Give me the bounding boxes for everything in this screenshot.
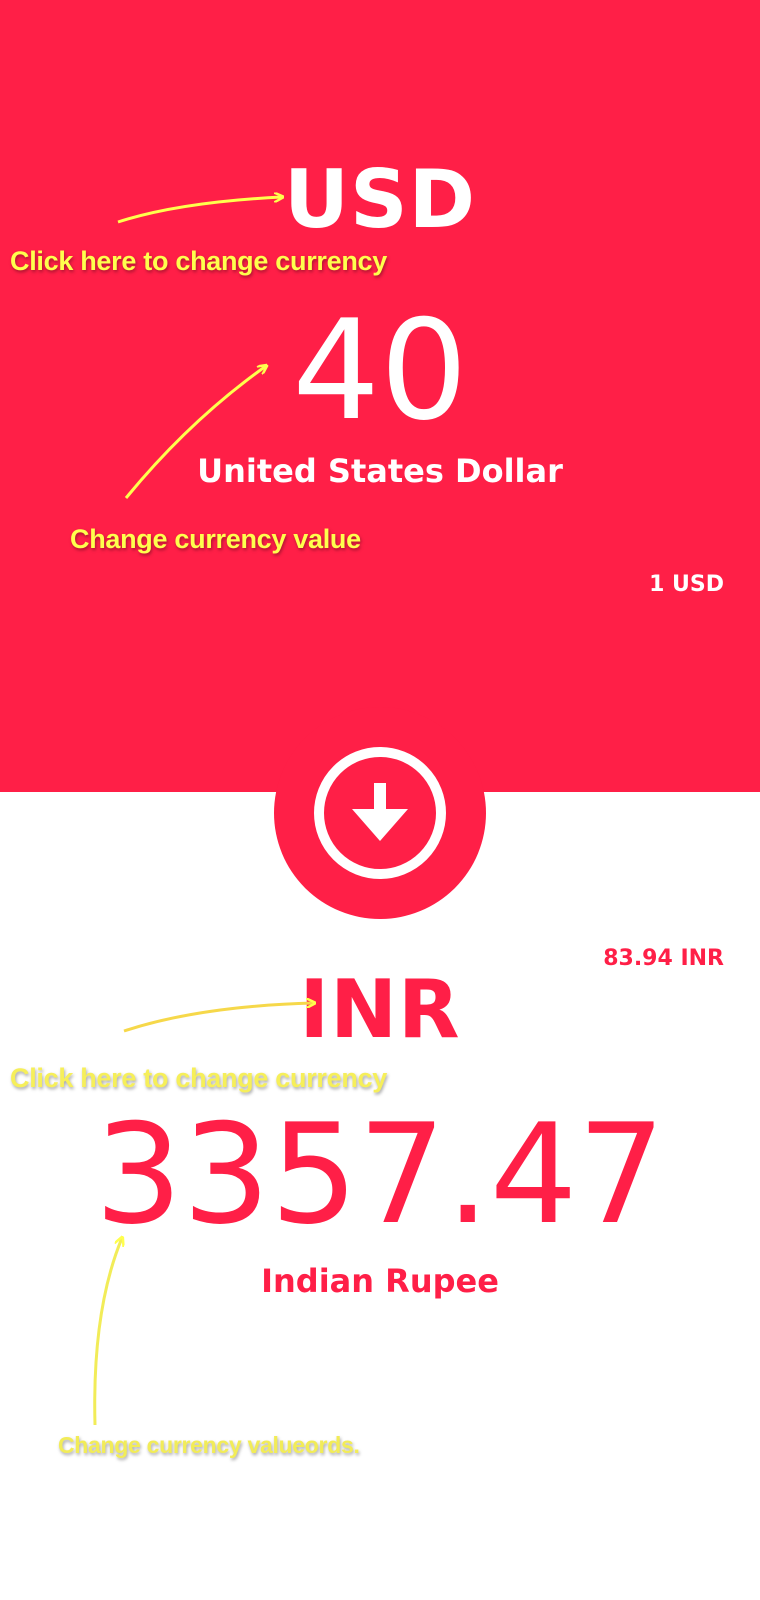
source-currency-code[interactable]: USD (0, 150, 760, 250)
target-amount[interactable]: 3357.47 (0, 1100, 760, 1250)
source-rate-label: 1 USD (649, 572, 724, 597)
arrow-down-icon (352, 783, 408, 841)
annotation-change-value-bottom: Change currency valueords. (58, 1432, 360, 1458)
annotation-change-currency-top: Click here to change currency (10, 246, 387, 276)
target-currency-code[interactable]: INR (0, 960, 760, 1060)
source-currency-name: United States Dollar (197, 452, 563, 490)
target-currency-name: Indian Rupee (261, 1262, 499, 1300)
annotation-change-currency-bottom: Click here to change currency (10, 1063, 387, 1093)
swap-currencies-button[interactable] (274, 707, 486, 919)
arrow-down-circle-icon (314, 747, 446, 879)
source-amount[interactable]: 40 (0, 296, 760, 446)
annotation-change-value-top: Change currency value (70, 524, 361, 554)
converter-screen: USD 40 United States Dollar 1 USD 83.94 … (0, 0, 760, 1600)
